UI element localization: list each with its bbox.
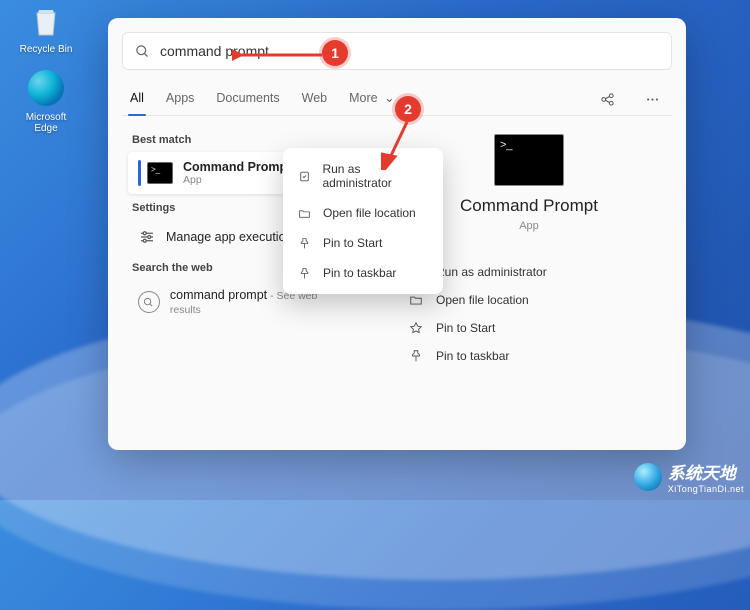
annotation-callout-2: 2 — [395, 96, 421, 122]
command-prompt-icon — [147, 162, 173, 184]
search-icon — [138, 291, 160, 313]
annotation-arrow-1 — [232, 46, 326, 64]
desktop-icon-edge[interactable]: Microsoft Edge — [18, 68, 74, 134]
context-pin-taskbar[interactable]: Pin to taskbar — [283, 258, 443, 288]
globe-icon — [634, 463, 662, 491]
tab-more[interactable]: More ⌄ — [347, 84, 396, 115]
tab-web[interactable]: Web — [300, 85, 329, 115]
watermark: 系统天地 XiTongTianDi.net — [634, 459, 744, 494]
tab-all[interactable]: All — [128, 85, 146, 115]
context-run-admin[interactable]: Run as administrator — [283, 154, 443, 198]
desktop-label: Microsoft Edge — [18, 112, 74, 134]
pin-icon — [408, 349, 424, 363]
context-pin-start[interactable]: Pin to Start — [283, 228, 443, 258]
pin-icon — [297, 267, 312, 280]
more-options-icon[interactable] — [639, 88, 666, 111]
shield-icon — [297, 170, 311, 183]
watermark-text-en: XiTongTianDi.net — [668, 484, 744, 494]
section-best-match: Best match — [132, 134, 360, 146]
pin-icon — [297, 237, 312, 250]
search-box[interactable] — [122, 32, 672, 70]
search-icon — [135, 44, 150, 59]
tab-apps[interactable]: Apps — [164, 85, 197, 115]
settings-sliders-icon — [138, 228, 156, 246]
annotation-callout-1: 1 — [322, 40, 348, 66]
chevron-down-icon: ⌄ — [384, 91, 394, 105]
watermark-text-zh: 系统天地 — [668, 459, 744, 484]
folder-icon — [297, 207, 312, 220]
desktop-label: Recycle Bin — [18, 44, 74, 55]
annotation-arrow-2 — [381, 118, 415, 170]
pin-icon — [408, 321, 424, 335]
context-open-location[interactable]: Open file location — [283, 198, 443, 228]
web-query: command prompt — [170, 288, 267, 302]
recycle-bin-icon — [26, 0, 66, 40]
tab-documents[interactable]: Documents — [214, 85, 281, 115]
share-icon[interactable] — [594, 88, 621, 111]
folder-icon — [408, 293, 424, 307]
command-prompt-icon — [494, 134, 564, 186]
desktop-icon-recycle-bin[interactable]: Recycle Bin — [18, 0, 74, 55]
action-pin-start[interactable]: Pin to Start — [404, 314, 662, 342]
context-menu: Run as administrator Open file location … — [283, 148, 443, 294]
action-open-location[interactable]: Open file location — [404, 286, 662, 314]
action-pin-taskbar[interactable]: Pin to taskbar — [404, 342, 662, 370]
edge-icon — [26, 68, 66, 108]
result-title: Command Prompt — [183, 160, 291, 174]
result-subtitle: App — [183, 174, 291, 186]
